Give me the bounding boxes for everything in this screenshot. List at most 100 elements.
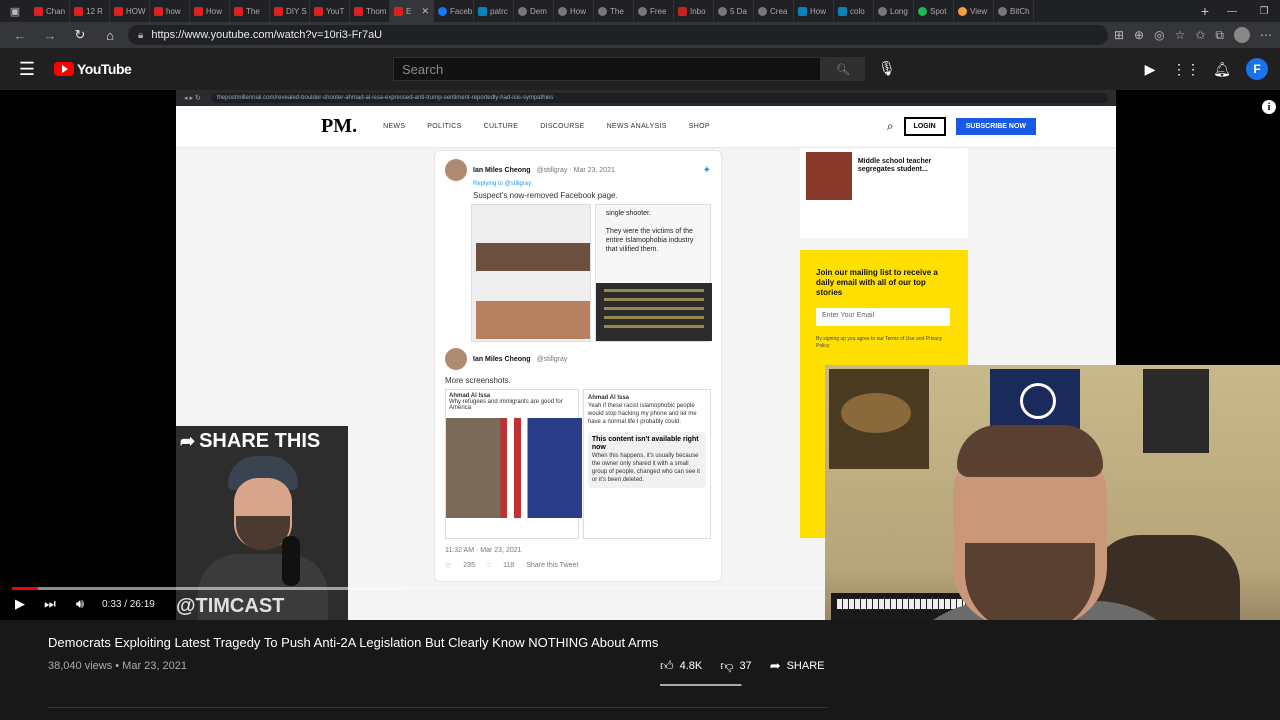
progress-played — [12, 587, 39, 590]
wall-poster — [1143, 369, 1209, 453]
share-this-overlay: ➦ SHARE THIS — [176, 426, 348, 620]
apps-grid-icon[interactable]: ⋮⋮ — [1168, 61, 1204, 78]
search-button[interactable]: 🔍︎ — [821, 57, 865, 81]
youtube-logo[interactable]: YouTube — [54, 61, 132, 77]
browser-tab[interactable]: Chan — [30, 0, 70, 22]
next-icon[interactable]: ⏭︎ — [42, 596, 58, 612]
forward-button[interactable]: → — [38, 24, 62, 46]
tab-actions-icon[interactable]: ▣ — [0, 0, 30, 22]
like-count: 4.8K — [679, 660, 703, 672]
video-meta: 38,040 views • Mar 23, 2021 — [48, 660, 187, 672]
browser-tab[interactable]: View — [954, 0, 994, 22]
tab-favicon-icon — [518, 6, 527, 16]
tweet-likes: 235 — [463, 562, 475, 569]
browser-tab[interactable]: How — [794, 0, 834, 22]
menu-icon[interactable]: ☰ — [0, 59, 54, 80]
story-title: Middle school teacher segregates student… — [857, 158, 932, 173]
search-input[interactable] — [393, 57, 821, 81]
restore-icon[interactable]: ❐ — [1248, 6, 1280, 17]
tab-favicon-icon — [394, 6, 403, 16]
window-controls: — ❐ — [1216, 6, 1280, 17]
facebook-screenshot — [471, 204, 591, 342]
wall-painting — [829, 369, 929, 469]
favorite-star-icon[interactable]: ☆ — [1175, 28, 1186, 42]
tweet-author: Ian Miles Cheong — [473, 166, 531, 174]
tab-label: HOW — [126, 6, 146, 16]
tweet-replies: 118 — [503, 562, 515, 569]
back-button[interactable]: ← — [8, 24, 32, 46]
browser-tab[interactable]: Faceb — [434, 0, 474, 22]
browser-tab[interactable]: Long — [874, 0, 914, 22]
profile-icon[interactable] — [1234, 27, 1250, 43]
share-label: SHARE — [786, 660, 825, 672]
minimize-icon[interactable]: — — [1216, 6, 1248, 17]
text-screenshot: single shooter. They were the victims of… — [594, 204, 712, 342]
tab-label: DIY S — [286, 6, 307, 16]
more-menu-icon[interactable]: ⋯ — [1260, 28, 1272, 42]
create-video-icon[interactable]: ▶︎ — [1132, 61, 1168, 78]
share-arrow-icon: ➦ — [180, 431, 196, 451]
dislike-button[interactable]: 👎︎ 37 — [720, 658, 751, 674]
tab-label: Free — [650, 6, 667, 16]
share-icon: ➦ — [769, 658, 781, 673]
tab-label: colo — [850, 6, 865, 16]
video-actions: 👍︎ 4.8K 👎︎ 37 ➦ SHARE — [660, 658, 825, 674]
channel-handle: @TIMCAST — [176, 595, 285, 617]
tweet-avatar — [445, 159, 467, 181]
browser-tab[interactable]: E ✕ — [390, 0, 434, 22]
tab-favicon-icon — [918, 6, 927, 16]
pm-nav-right: ⌕ LOGIN SUBSCRIBE NOW — [887, 117, 1036, 136]
account-avatar[interactable]: F — [1246, 58, 1268, 80]
browser-tab[interactable]: Inbo — [674, 0, 714, 22]
browser-tab[interactable]: HOW — [110, 0, 150, 22]
close-tab-icon[interactable]: ✕ — [421, 6, 429, 17]
tab-favicon-icon — [354, 6, 363, 16]
browser-tab[interactable]: Crea — [754, 0, 794, 22]
browser-tab[interactable]: How — [554, 0, 594, 22]
browser-tab[interactable]: How — [190, 0, 230, 22]
browser-tab[interactable]: how — [150, 0, 190, 22]
browser-tab[interactable]: Free — [634, 0, 674, 22]
reload-button[interactable]: ↻ — [68, 24, 92, 46]
tab-favicon-icon — [678, 6, 687, 16]
browser-tab[interactable]: YouT — [310, 0, 350, 22]
collections-icon[interactable]: ⧉ — [1215, 28, 1224, 43]
pm-nav-shop: SHOP — [688, 123, 710, 130]
favorites-icon[interactable]: ✩ — [1195, 28, 1205, 42]
fb-post-text: Yeah if these racist islamophobic people… — [587, 403, 697, 425]
tab-favicon-icon — [194, 6, 203, 16]
unavailable-title: This content isn't available right now — [591, 436, 699, 451]
tab-label: How — [206, 6, 223, 16]
new-tab-button[interactable]: + — [1194, 3, 1216, 19]
install-app-icon[interactable]: ⊞ — [1114, 28, 1124, 42]
play-icon[interactable]: ▶ — [12, 596, 28, 612]
share-button[interactable]: ➦ SHARE — [770, 658, 825, 674]
browser-tab[interactable]: 5 Da — [714, 0, 754, 22]
browser-tab[interactable]: DIY S — [270, 0, 310, 22]
notifications-bell-icon[interactable]: 🔔︎ — [1204, 61, 1240, 78]
browser-tab[interactable]: colo — [834, 0, 874, 22]
mailing-fine-print: By signing up you agree to our Terms of … — [816, 336, 943, 349]
browser-tab[interactable]: patrc — [474, 0, 514, 22]
tracking-icon[interactable]: ◎ — [1154, 28, 1164, 42]
browser-tab[interactable]: Thom — [350, 0, 390, 22]
pm-nav-politics: POLITICS — [427, 123, 462, 130]
flag-photo — [446, 418, 582, 518]
like-button[interactable]: 👍︎ 4.8K — [660, 658, 702, 674]
zoom-icon[interactable]: ⊕ — [1134, 28, 1144, 42]
tab-label: The — [246, 6, 260, 16]
browser-tab[interactable]: BitCh — [994, 0, 1034, 22]
browser-tab[interactable]: 12 R — [70, 0, 110, 22]
browser-tab[interactable]: Dem — [514, 0, 554, 22]
share-this-text: SHARE THIS — [199, 430, 321, 452]
url-field[interactable]: 🔒︎ https://www.youtube.com/watch?v=10ri3… — [128, 25, 1108, 45]
embedded-tweet: Ian Miles Cheong @stillgray · Mar 23, 20… — [434, 150, 722, 582]
info-icon[interactable]: i — [1262, 100, 1276, 114]
volume-icon[interactable]: 🔊︎ — [72, 596, 88, 612]
home-button[interactable]: ⌂ — [98, 24, 122, 46]
microphone-icon[interactable]: 🎙︎ — [878, 60, 896, 77]
browser-tab[interactable]: Spot — [914, 0, 954, 22]
browser-tab[interactable]: The — [594, 0, 634, 22]
screenshot-text: single shooter. They were the victims of… — [605, 210, 694, 253]
browser-tab[interactable]: The — [230, 0, 270, 22]
